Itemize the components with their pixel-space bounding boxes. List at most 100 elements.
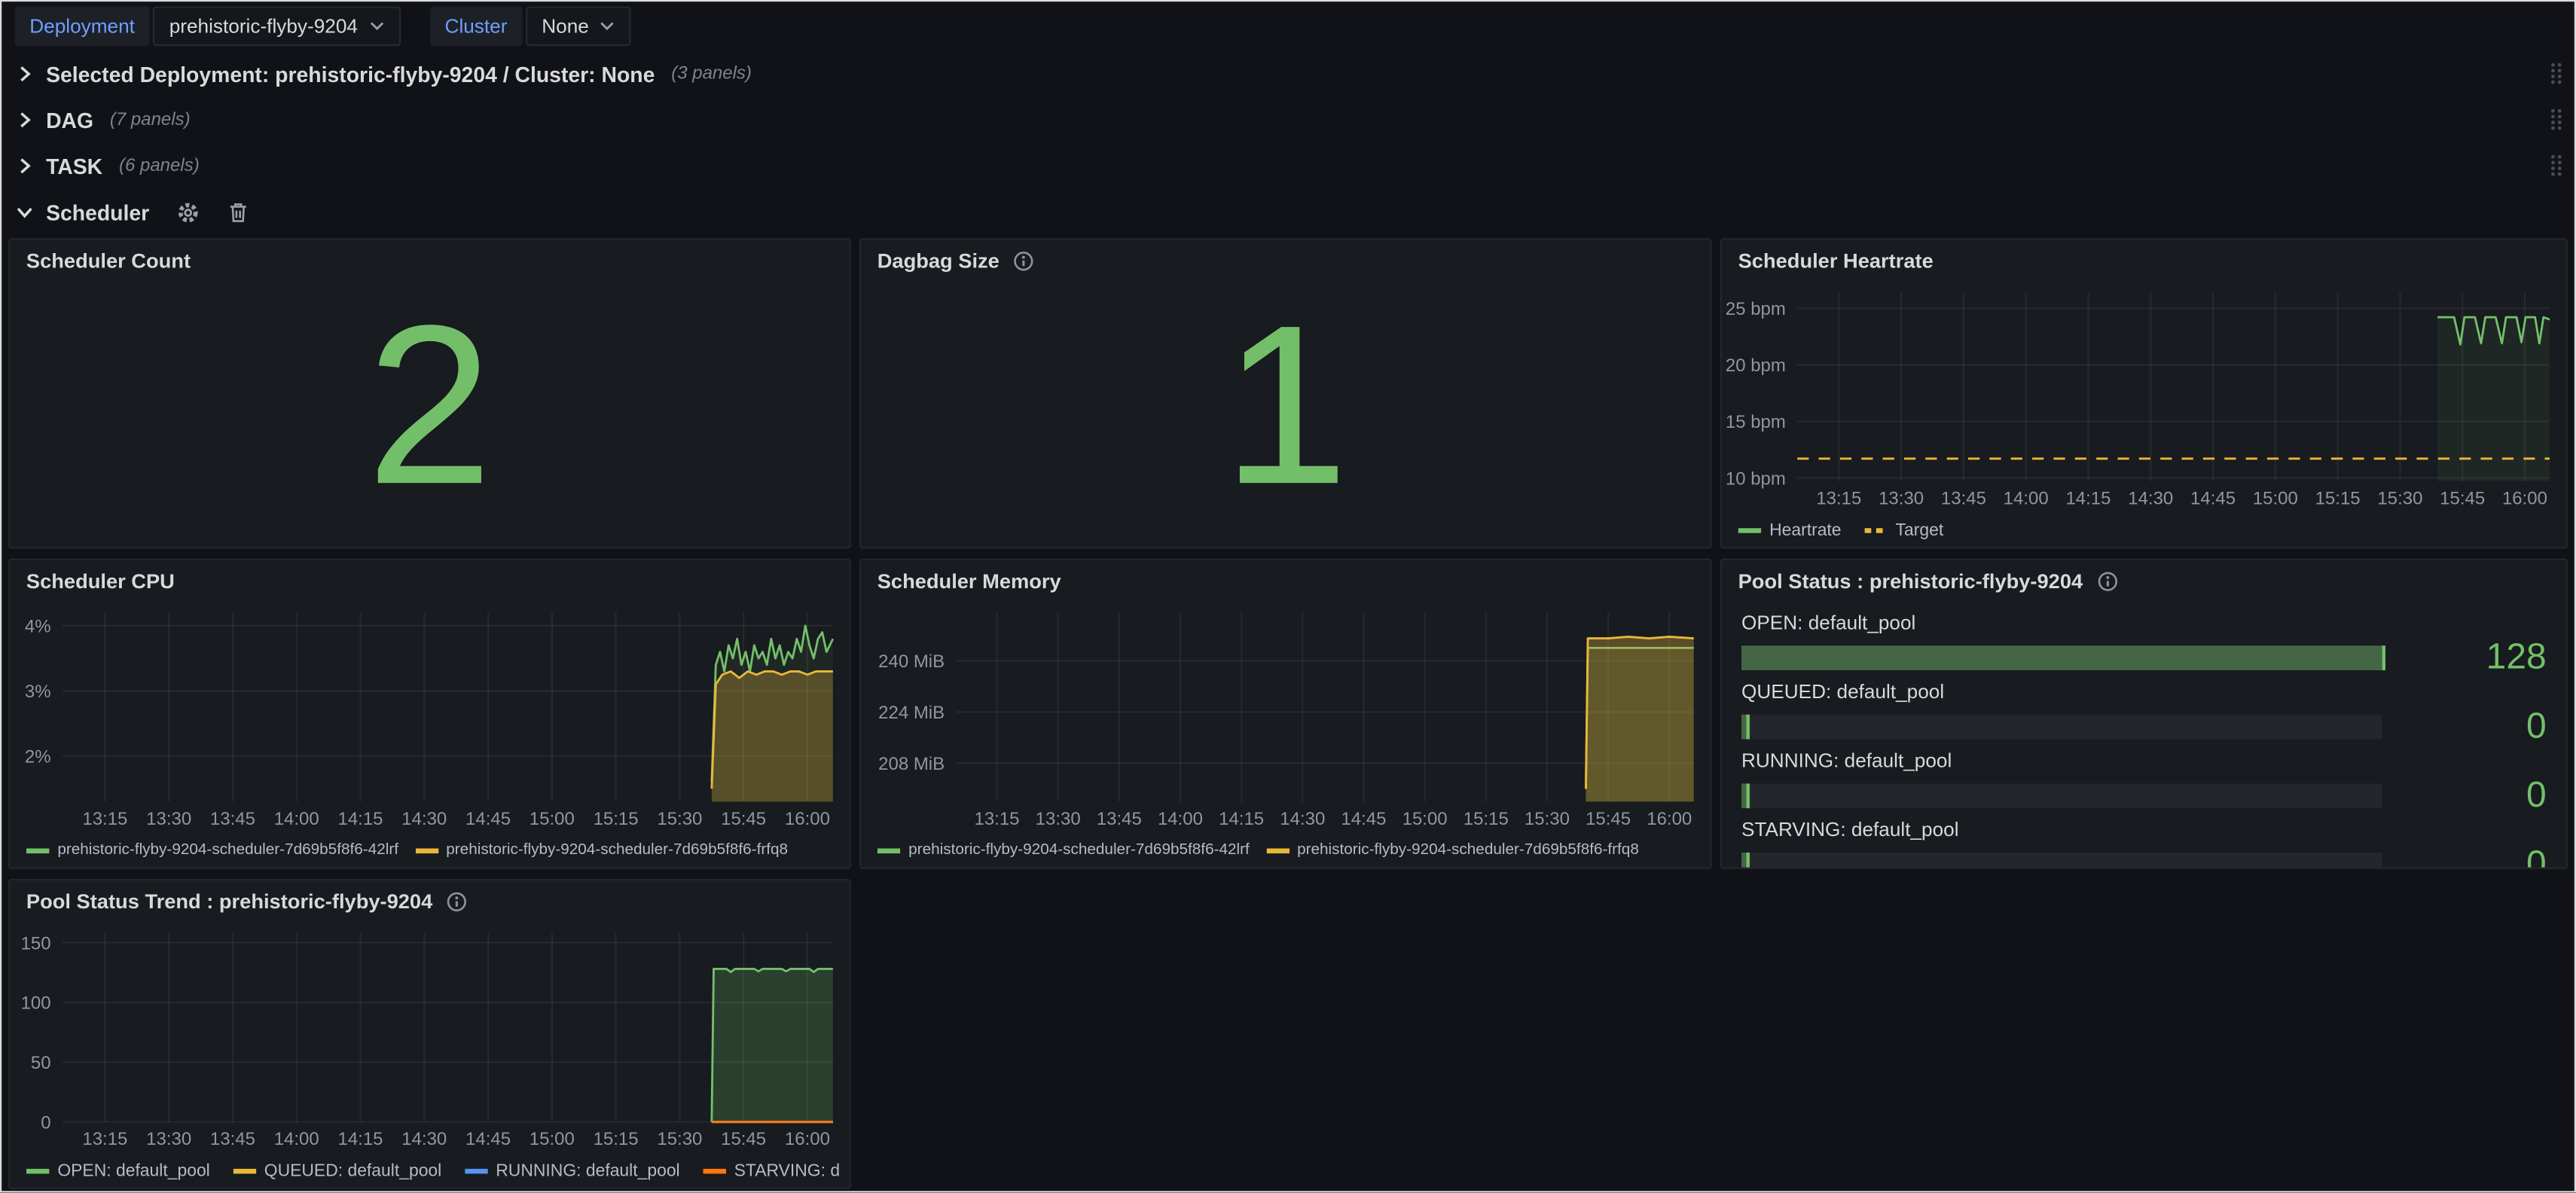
cpu-plot: 13:1513:3013:4514:0014:1514:3014:4515:00… xyxy=(10,603,850,834)
svg-text:14:15: 14:15 xyxy=(1219,809,1264,829)
cpu-chart: 13:1513:3013:4514:0014:1514:3014:4515:00… xyxy=(10,603,850,834)
svg-text:10 bpm: 10 bpm xyxy=(1726,468,1786,489)
svg-text:13:15: 13:15 xyxy=(1816,489,1861,509)
legend-swatch xyxy=(703,1167,726,1174)
row-header-task[interactable]: TASK (6 panels) xyxy=(0,143,2576,189)
info-icon[interactable] xyxy=(2096,570,2120,593)
svg-text:13:45: 13:45 xyxy=(1941,489,1986,509)
legend-item[interactable]: STARVING: default_pool xyxy=(703,1161,839,1180)
svg-text:15:00: 15:00 xyxy=(530,809,575,829)
row-title: Scheduler xyxy=(46,200,149,224)
bar-gauge-starving: STARVING: default_pool 0 xyxy=(1741,818,2547,869)
heartrate-plot: 13:1513:3013:4514:0014:1514:3014:4515:00… xyxy=(1722,282,2566,514)
panel-scheduler-count: Scheduler Count 2 xyxy=(8,238,851,548)
svg-text:208 MiB: 208 MiB xyxy=(878,754,945,774)
svg-text:14:45: 14:45 xyxy=(465,1129,511,1149)
svg-text:15 bpm: 15 bpm xyxy=(1726,412,1786,432)
variable-cluster-picker[interactable]: None xyxy=(525,6,631,45)
drag-handle-icon[interactable] xyxy=(2548,153,2565,179)
pool_trend-plot: 13:1513:3013:4514:0014:1514:3014:4515:00… xyxy=(10,923,850,1155)
row-header-dag[interactable]: DAG (7 panels) xyxy=(0,97,2576,143)
panel-header[interactable]: Scheduler Memory xyxy=(861,560,1711,603)
legend-item[interactable]: prehistoric-flyby-9204-scheduler-7d69b5f… xyxy=(877,841,1250,859)
variable-deployment-value: prehistoric-flyby-9204 xyxy=(169,8,358,44)
svg-text:14:15: 14:15 xyxy=(337,1129,383,1149)
svg-text:13:15: 13:15 xyxy=(975,809,1020,829)
gear-icon[interactable] xyxy=(175,200,200,224)
svg-text:15:45: 15:45 xyxy=(1586,809,1631,829)
svg-text:14:30: 14:30 xyxy=(401,809,447,829)
bar-gauge-queued: QUEUED: default_pool 0 xyxy=(1741,680,2547,741)
legend-label: Target xyxy=(1896,520,1944,539)
svg-text:15:30: 15:30 xyxy=(1525,809,1570,829)
legend-item[interactable]: prehistoric-flyby-9204-scheduler-7d69b5f… xyxy=(415,841,788,859)
legend-label: prehistoric-flyby-9204-scheduler-7d69b5f… xyxy=(57,841,398,859)
svg-text:14:00: 14:00 xyxy=(2004,489,2049,509)
panel-title-text: Scheduler Memory xyxy=(877,570,1061,593)
panel-header[interactable]: Scheduler CPU xyxy=(10,560,850,603)
svg-text:14:45: 14:45 xyxy=(2190,489,2236,509)
legend-item[interactable]: Heartrate xyxy=(1738,520,1842,539)
svg-text:16:00: 16:00 xyxy=(785,1129,830,1149)
gauge-label: QUEUED: default_pool xyxy=(1741,680,2547,705)
legend-item[interactable]: OPEN: default_pool xyxy=(26,1161,210,1180)
svg-text:14:15: 14:15 xyxy=(2065,489,2111,509)
svg-text:15:15: 15:15 xyxy=(594,809,639,829)
grafana-dashboard: Deployment prehistoric-flyby-9204 Cluste… xyxy=(0,0,2576,1192)
legend-item[interactable]: RUNNING: default_pool xyxy=(465,1161,680,1180)
svg-text:15:15: 15:15 xyxy=(1463,809,1509,829)
variable-cluster: Cluster None xyxy=(430,6,632,45)
info-icon[interactable] xyxy=(446,890,469,914)
panel-header[interactable]: Pool Status : prehistoric-flyby-9204 xyxy=(1722,560,2566,603)
svg-text:240 MiB: 240 MiB xyxy=(878,651,945,672)
stat-value: 1 xyxy=(861,276,1711,537)
legend-swatch xyxy=(26,1167,50,1174)
memory-plot: 13:1513:3013:4514:0014:1514:3014:4515:00… xyxy=(861,603,1711,834)
legend-label: STARVING: default_pool xyxy=(734,1161,840,1180)
legend-swatch xyxy=(233,1167,256,1174)
variable-cluster-label: Cluster xyxy=(430,6,522,45)
panel-header[interactable]: Pool Status Trend : prehistoric-flyby-92… xyxy=(10,880,850,923)
legend-item[interactable]: prehistoric-flyby-9204-scheduler-7d69b5f… xyxy=(1266,841,1639,859)
svg-text:15:45: 15:45 xyxy=(721,1129,766,1149)
gauge-value: 0 xyxy=(2402,850,2547,869)
variable-deployment-picker[interactable]: prehistoric-flyby-9204 xyxy=(153,6,401,45)
drag-handle-icon[interactable] xyxy=(2548,107,2565,133)
panel-header[interactable]: Scheduler Heartrate xyxy=(1722,240,2566,282)
panel-scheduler-memory: Scheduler Memory 13:1513:3013:4514:0014:… xyxy=(859,559,1712,869)
svg-text:3%: 3% xyxy=(25,682,51,702)
row-header-scheduler[interactable]: Scheduler xyxy=(0,189,2576,235)
svg-text:15:45: 15:45 xyxy=(721,809,766,829)
legend-swatch xyxy=(1266,847,1290,853)
svg-text:14:00: 14:00 xyxy=(1158,809,1203,829)
drag-handle-icon[interactable] xyxy=(2548,61,2565,87)
legend-item[interactable]: QUEUED: default_pool xyxy=(233,1161,441,1180)
panel-dagbag-size: Dagbag Size 1 xyxy=(859,238,1712,548)
panel-title-text: Dagbag Size xyxy=(877,250,1000,273)
info-icon[interactable] xyxy=(1012,250,1036,273)
svg-text:15:00: 15:00 xyxy=(1402,809,1448,829)
svg-text:4%: 4% xyxy=(25,617,51,637)
svg-text:15:00: 15:00 xyxy=(530,1129,575,1149)
pool-trend-legend: OPEN: default_pool QUEUED: default_pool RU… xyxy=(26,1158,840,1183)
legend-item[interactable]: prehistoric-flyby-9204-scheduler-7d69b5f… xyxy=(26,841,398,859)
variables-bar: Deployment prehistoric-flyby-9204 Cluste… xyxy=(0,0,2576,51)
svg-text:15:45: 15:45 xyxy=(2440,489,2485,509)
gauge-track xyxy=(1741,783,2382,807)
svg-text:13:15: 13:15 xyxy=(82,809,127,829)
row-title: Selected Deployment: prehistoric-flyby-9… xyxy=(46,62,655,87)
svg-text:14:00: 14:00 xyxy=(274,1129,319,1149)
svg-text:13:45: 13:45 xyxy=(210,1129,255,1149)
chevron-right-icon xyxy=(15,156,35,175)
svg-text:16:00: 16:00 xyxy=(785,809,830,829)
legend-item[interactable]: Target xyxy=(1864,520,1943,539)
stat-value: 2 xyxy=(10,276,850,537)
legend-label: RUNNING: default_pool xyxy=(496,1161,679,1180)
svg-text:15:00: 15:00 xyxy=(2253,489,2298,509)
row-header-selected-deployment[interactable]: Selected Deployment: prehistoric-flyby-9… xyxy=(0,51,2576,97)
trash-icon[interactable] xyxy=(227,200,250,224)
gauge-value: 128 xyxy=(2402,642,2547,672)
legend-label: OPEN: default_pool xyxy=(57,1161,209,1180)
row-title: DAG xyxy=(46,108,93,133)
chevron-right-icon xyxy=(15,110,35,130)
